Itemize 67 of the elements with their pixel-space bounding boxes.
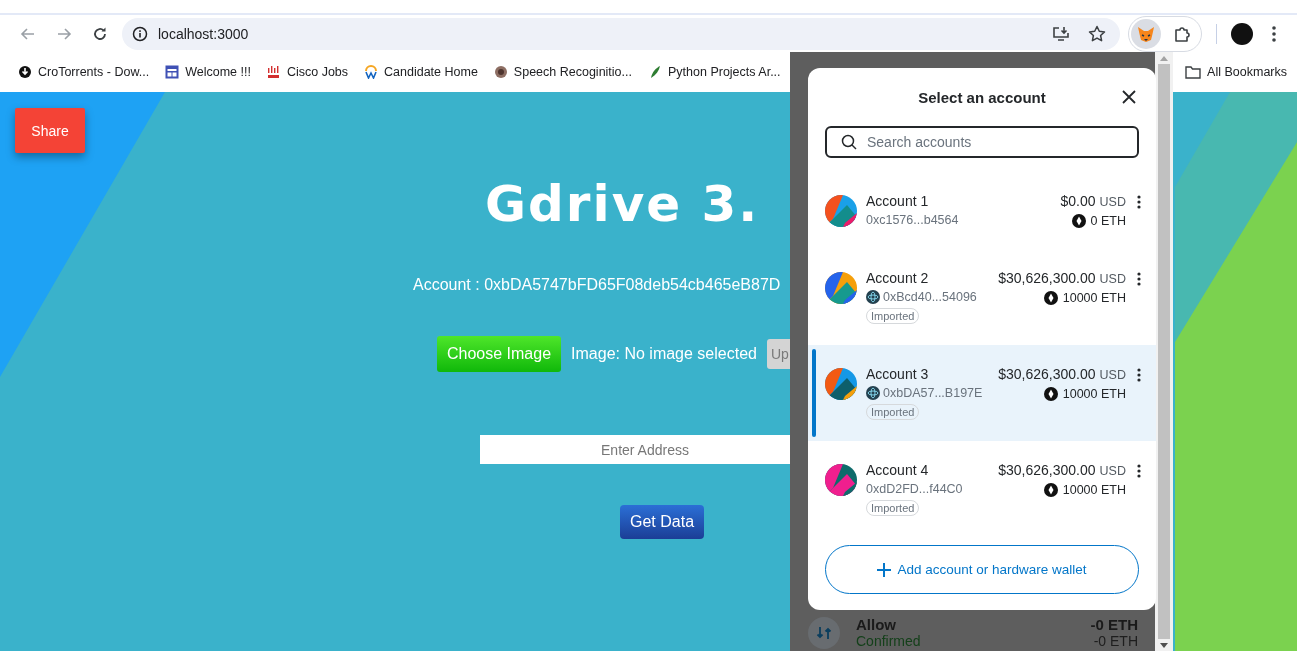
bookmark-link[interactable]: Cisco Jobs — [286, 65, 349, 79]
currency-label: USD — [1099, 272, 1126, 286]
get-data-button[interactable]: Get Data — [620, 505, 705, 539]
avatar-icon — [825, 464, 857, 496]
balance-usd: $30,626,300.00 — [998, 462, 1096, 478]
account-address: 0xBcd40...54096 — [883, 290, 977, 304]
account-row[interactable]: Account 2 0xBcd40...54096 Imported $30,626,300.00 USD 10000 ETH — [808, 249, 1156, 345]
avatar-icon — [825, 272, 857, 304]
plus-icon — [877, 562, 892, 577]
arc-icon — [364, 65, 379, 79]
popup-title: Select an account — [918, 88, 1046, 106]
currency-label: USD — [1099, 464, 1126, 478]
search-icon — [841, 134, 857, 150]
address-bar[interactable]: localhost:3000 — [122, 17, 1120, 50]
balance-eth: 10000 ETH — [1062, 483, 1126, 497]
fox-icon[interactable] — [1131, 18, 1161, 49]
account-name: Account 4 — [866, 462, 930, 478]
bookmark-link[interactable]: Candidate Home — [384, 65, 478, 79]
account-name: Account 1 — [866, 193, 930, 209]
balance-usd: $30,626,300.00 — [998, 270, 1096, 286]
address-input[interactable]: Enter Address — [480, 435, 790, 464]
image-status: Image: No image selected — [571, 345, 757, 363]
info-icon[interactable] — [132, 25, 148, 42]
leaf-icon — [648, 65, 662, 79]
activity-amount: -0 ETH — [1092, 633, 1138, 649]
window-icon — [165, 65, 180, 79]
account-row[interactable]: Account 4 0xdD2FD...f44C0 Imported $30,626,300.00 USD 10000 ETH — [808, 441, 1156, 537]
balance-eth: 0 ETH — [1090, 214, 1126, 228]
eth-icon — [1043, 291, 1058, 305]
eth-icon — [1071, 214, 1086, 228]
bars-icon — [266, 65, 281, 79]
account-address: 0xc1576...b4564 — [866, 213, 959, 227]
page-title: Gdrive 3. — [485, 175, 760, 233]
activity-status: Confirmed — [856, 633, 922, 649]
eth-icon — [1043, 387, 1058, 401]
add-account-button[interactable]: Add account or hardware wallet — [825, 545, 1139, 594]
search-field[interactable]: Search accounts — [825, 126, 1139, 158]
circle-icon — [493, 65, 508, 79]
currency-label: USD — [1099, 368, 1126, 382]
account-address: 0xbDA57...B197E — [883, 386, 983, 400]
activity-amount: -0 ETH — [1090, 616, 1138, 633]
share-button[interactable]: Share — [15, 108, 85, 153]
balance-eth: 10000 ETH — [1062, 291, 1126, 305]
account-text: Account : 0xbDA5747bFD65F08deb54cb465eB87D — [413, 276, 781, 294]
bookmark-link[interactable]: Welcome !!! — [185, 65, 251, 79]
avatar-icon — [825, 368, 857, 400]
balance-eth: 10000 ETH — [1062, 387, 1126, 401]
download-circle-icon — [18, 65, 32, 79]
activity-title: Allow — [856, 616, 897, 633]
bookmark-link[interactable]: All Bookmarks — [1207, 65, 1287, 79]
bookmark-link[interactable]: CroTorrents - Dow... — [38, 65, 150, 79]
eth-icon — [1043, 483, 1058, 497]
profile-avatar[interactable] — [1231, 22, 1253, 45]
bookmark-link[interactable]: Python Projects Ar... — [668, 65, 781, 79]
account-row[interactable]: Account 1 0xc1576...b4564 $0.00 USD 0 ETH — [808, 172, 1156, 249]
account-address: 0xdD2FD...f44C0 — [866, 482, 963, 496]
account-name: Account 2 — [866, 270, 930, 286]
balance-usd: $0.00 — [1060, 193, 1096, 209]
folder-icon — [1185, 65, 1202, 79]
balance-usd: $30,626,300.00 — [998, 366, 1096, 382]
account-name: Account 3 — [866, 366, 930, 382]
scrollbar-thumb[interactable] — [1158, 64, 1170, 639]
avatar-icon — [825, 195, 857, 227]
swap-icon — [808, 616, 840, 649]
currency-label: USD — [1099, 195, 1126, 209]
bookmark-link[interactable]: Speech Recoginitio... — [513, 65, 632, 79]
account-row[interactable]: Account 3 0xbDA57...B197E Imported $30,626,300.00 USD 10000 ETH — [808, 345, 1156, 441]
